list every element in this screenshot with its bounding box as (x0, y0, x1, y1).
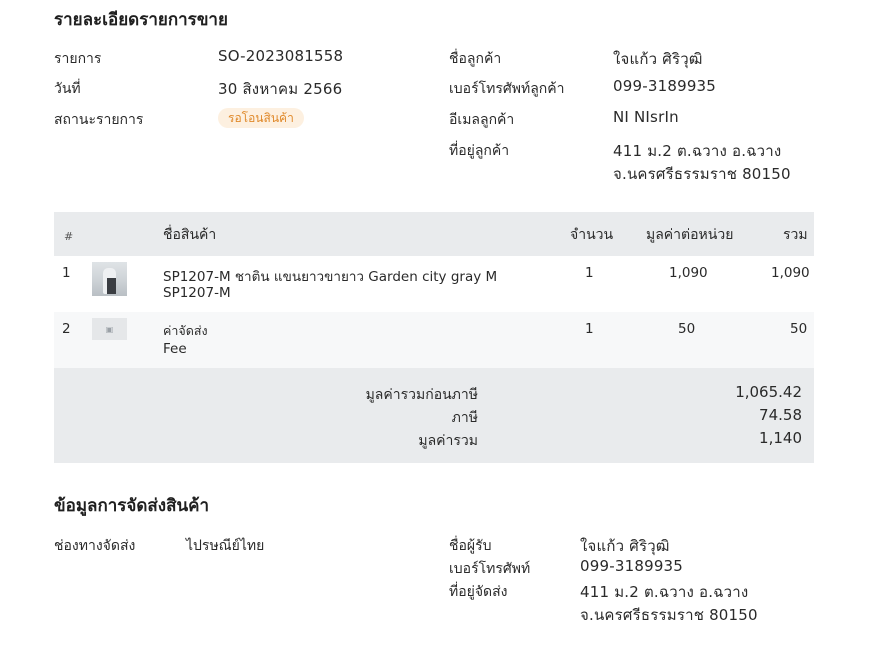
order-number-label: รายการ (54, 51, 102, 67)
shipping-channel-label: ช่องทางจัดส่ง (54, 538, 136, 554)
order-status-label: สถานะรายการ (54, 112, 144, 128)
image-placeholder-icon: ▣ (92, 318, 127, 340)
fee-unit-price: 50 (678, 321, 696, 337)
tax-value: 74.58 (759, 406, 802, 424)
fee-name: ค่าจัดส่ง (163, 323, 208, 338)
recipient-label: ชื่อผู้รับ (449, 538, 492, 554)
product-sku: SP1207-M (163, 285, 231, 301)
row-index: 1 (62, 265, 71, 281)
fee-total: 50 (790, 321, 808, 337)
product-total: 1,090 (771, 265, 810, 281)
recipient-phone-label: เบอร์โทรศัพท์ (449, 561, 531, 577)
customer-address-line1: 411 ม.2 ต.ฉวาง อ.ฉวาง (613, 142, 782, 160)
column-header-unit-price: มูลค่าต่อหน่วย (646, 227, 734, 243)
column-header-qty: จำนวน (570, 227, 614, 243)
grand-total-label: มูลค่ารวม (418, 433, 478, 449)
column-header-total: รวม (783, 227, 808, 243)
customer-name-label: ชื่อลูกค้า (449, 51, 502, 67)
customer-address-line2: จ.นครศรีธรรมราช 80150 (613, 165, 791, 183)
subtotal-label: มูลค่ารวมก่อนภาษี (365, 387, 478, 403)
shipping-address-line1: 411 ม.2 ต.ฉวาง อ.ฉวาง (580, 583, 749, 601)
recipient-phone-value: 099-3189935 (580, 557, 684, 575)
grand-total-value: 1,140 (759, 429, 802, 447)
order-date-label: วันที่ (54, 81, 81, 97)
column-header-index: # (64, 230, 74, 243)
customer-name-value: ใจแก้ว ศิริวุฒิ (613, 50, 703, 68)
shipping-title: ข้อมูลการจัดส่งสินค้า (54, 496, 210, 516)
customer-address-label: ที่อยู่ลูกค้า (449, 143, 510, 159)
product-qty: 1 (585, 265, 594, 281)
customer-email-label: อีเมลลูกค้า (449, 112, 515, 128)
fee-sku: Fee (163, 341, 187, 357)
subtotal-value: 1,065.42 (735, 383, 802, 401)
row-index: 2 (62, 321, 71, 337)
order-number-value: SO-2023081558 (218, 47, 344, 65)
product-photo-icon[interactable] (92, 262, 127, 296)
tax-label: ภาษี (451, 410, 478, 426)
shipping-address-label: ที่อยู่จัดส่ง (449, 584, 508, 600)
status-badge: รอโอนสินค้า (218, 108, 304, 128)
recipient-value: ใจแก้ว ศิริวุฒิ (580, 537, 670, 555)
customer-phone-label: เบอร์โทรศัพท์ลูกค้า (449, 81, 565, 97)
customer-phone-value: 099-3189935 (613, 77, 717, 95)
page-title: รายละเอียดรายการขาย (54, 10, 228, 30)
customer-email-value: NI NIsrIn (613, 108, 679, 126)
fee-qty: 1 (585, 321, 594, 337)
product-unit-price: 1,090 (669, 265, 708, 281)
shipping-channel-value: ไปรษณีย์ไทย (186, 538, 265, 554)
shipping-address-line2: จ.นครศรีธรรมราช 80150 (580, 606, 758, 624)
product-name[interactable]: SP1207-M ชาติน แขนยาวขายาว Garden city g… (163, 265, 497, 287)
order-date-value: 30 สิงหาคม 2566 (218, 80, 343, 98)
column-header-name: ชื่อสินค้า (163, 227, 217, 243)
